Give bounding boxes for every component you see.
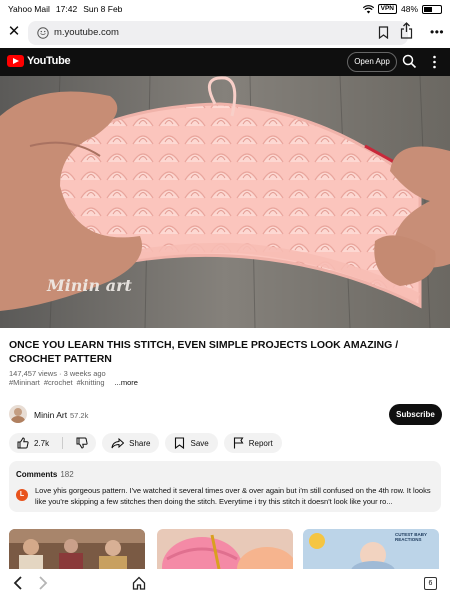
hashtag-row: #Mininart #crochet #knitting ...more [9, 378, 138, 387]
more-icon[interactable]: ••• [430, 26, 444, 38]
recommended-thumbnail[interactable] [9, 529, 145, 569]
url-text: m.youtube.com [54, 27, 119, 38]
share-icon[interactable] [400, 22, 413, 39]
thumbnail-image [9, 529, 145, 569]
like-dislike-group: 2.7k [9, 433, 97, 453]
action-bar: 2.7k Share Save Report [9, 433, 282, 453]
home-icon[interactable] [132, 576, 146, 590]
thumbnail-image [157, 529, 293, 569]
subscriber-count: 57.2k [70, 411, 89, 420]
bookmark-icon[interactable] [378, 26, 389, 39]
browser-address-bar: ✕ m.youtube.com ••• [0, 18, 450, 48]
like-button[interactable]: 2.7k [9, 433, 57, 453]
status-time: 17:42 [55, 4, 78, 14]
video-title: ONCE YOU LEARN THIS STITCH, EVEN SIMPLE … [9, 339, 399, 365]
description-more-link[interactable]: ...more [115, 378, 138, 387]
video-meta: 147,457 views · 3 weeks ago [9, 369, 106, 378]
status-bar: Yahoo Mail 17:42 Sun 8 Feb VPN 48% [0, 0, 450, 18]
tabs-icon[interactable]: 6 [424, 577, 437, 590]
share-button[interactable]: Share [102, 433, 160, 453]
recommended-videos: CUTEST BABY REACTIONS [0, 529, 450, 569]
channel-name[interactable]: Minin Art [34, 410, 67, 420]
video-watermark: Minin art [47, 276, 132, 295]
lock-icon [37, 27, 49, 39]
recommended-thumbnail[interactable] [157, 529, 293, 569]
comment-count: 182 [60, 470, 74, 479]
report-label: Report [248, 438, 273, 448]
battery-percent: 48% [400, 4, 418, 14]
thumbs-up-icon [17, 437, 29, 449]
browser-bottom-toolbar: 6 [0, 569, 450, 600]
vpn-badge: VPN [377, 4, 397, 14]
kebab-menu-icon[interactable] [433, 55, 436, 69]
hashtag[interactable]: #crochet [44, 378, 73, 387]
comments-header: Comments 182 [16, 470, 74, 479]
share-arrow-icon [111, 437, 125, 448]
status-date: Sun 8 Feb [83, 4, 123, 14]
dislike-button[interactable] [68, 433, 96, 453]
video-player[interactable]: Minin art [0, 76, 450, 328]
channel-row: Minin Art 57.2k Subscribe [9, 404, 442, 426]
save-button[interactable]: Save [165, 433, 218, 453]
search-icon[interactable] [402, 54, 417, 69]
hashtag[interactable]: #knitting [77, 378, 105, 387]
like-count: 2.7k [34, 438, 50, 448]
channel-avatar[interactable] [9, 405, 27, 423]
comments-panel[interactable]: Comments 182 L Love yhis gorgeous pattern… [9, 461, 441, 512]
youtube-wordmark: YouTube [27, 55, 71, 67]
save-playlist-icon [175, 437, 185, 449]
youtube-logo[interactable]: YouTube [7, 55, 71, 67]
divider [62, 437, 64, 449]
back-arrow-icon[interactable] [12, 576, 24, 590]
commenter-avatar: L [16, 489, 28, 501]
top-comment-text: Love yhis gorgeous pattern. I've watched… [35, 486, 431, 506]
youtube-play-logo-icon [7, 55, 24, 67]
save-label: Save [190, 438, 209, 448]
youtube-header: YouTube Open App [0, 48, 450, 76]
comments-label: Comments [16, 470, 58, 479]
report-button[interactable]: Report [223, 433, 282, 453]
thumbs-down-icon [76, 437, 88, 449]
subscribe-button[interactable]: Subscribe [389, 404, 442, 425]
battery-icon [422, 4, 442, 14]
flag-icon [233, 437, 244, 449]
recommended-thumbnail[interactable]: CUTEST BABY REACTIONS [303, 529, 439, 569]
wifi-icon [362, 4, 374, 13]
hashtag[interactable]: #Mininart [9, 378, 40, 387]
forward-arrow-icon[interactable] [37, 576, 49, 590]
open-app-button[interactable]: Open App [347, 52, 397, 72]
thumbnail-caption: CUTEST BABY REACTIONS [395, 532, 427, 542]
url-field[interactable]: m.youtube.com [28, 21, 408, 45]
close-icon[interactable]: ✕ [6, 24, 22, 40]
status-app-name[interactable]: Yahoo Mail [8, 4, 50, 14]
share-label: Share [129, 438, 151, 448]
